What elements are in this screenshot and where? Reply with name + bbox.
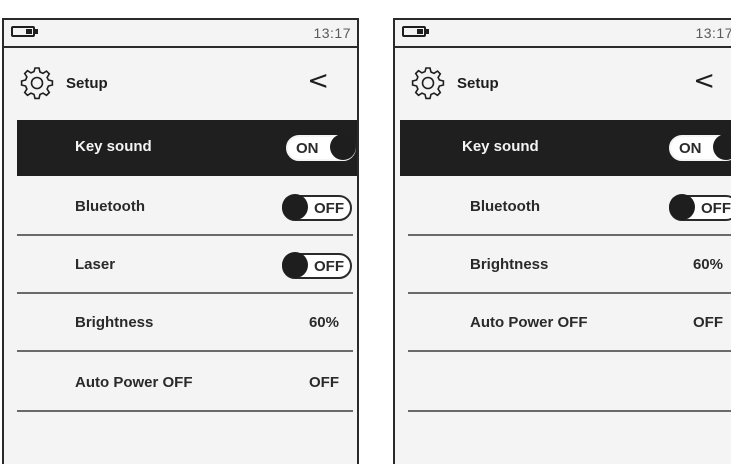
setting-row-auto-power-off[interactable]: Auto Power OFF OFF [408, 296, 731, 352]
key-sound-toggle[interactable]: ON [286, 134, 356, 161]
setting-row-brightness[interactable]: Brightness 60% [17, 296, 353, 352]
laser-toggle[interactable]: OFF [282, 252, 352, 279]
setting-row-bluetooth[interactable]: Bluetooth OFF [408, 180, 731, 236]
battery-icon [402, 26, 429, 37]
bluetooth-toggle[interactable]: OFF [669, 194, 731, 221]
toggle-state: OFF [701, 200, 731, 217]
setting-label: Brightness [470, 256, 549, 273]
setup-header: Setup < [4, 58, 357, 118]
setting-label: Key sound [462, 138, 539, 155]
device-screen-right: 13:17 Setup < Key sound ON Bluetooth OFF… [393, 18, 731, 464]
clock: 13:17 [695, 25, 731, 41]
clock: 13:17 [313, 25, 351, 41]
toggle-state: OFF [314, 200, 344, 217]
back-button[interactable]: < [693, 68, 715, 94]
setting-row-auto-power-off[interactable]: Auto Power OFF OFF [17, 356, 353, 412]
status-bar: 13:17 [395, 20, 731, 48]
toggle-knob [282, 194, 308, 220]
gear-icon [20, 67, 54, 100]
device-screen-left: 13:17 Setup < Key sound ON Bluetooth OFF… [2, 18, 359, 464]
empty-row [408, 356, 731, 412]
setting-value: 60% [308, 314, 339, 331]
toggle-knob [669, 194, 695, 220]
bluetooth-toggle[interactable]: OFF [282, 194, 352, 221]
toggle-state: OFF [314, 258, 344, 275]
gear-icon [411, 67, 445, 100]
setup-header: Setup < [395, 58, 731, 118]
back-button[interactable]: < [307, 68, 329, 94]
divider [408, 234, 731, 236]
page-title: Setup [457, 75, 499, 92]
setting-row-key-sound[interactable]: Key sound ON [17, 120, 357, 176]
setting-label: Auto Power OFF [75, 374, 193, 391]
toggle-state: ON [679, 140, 702, 157]
setting-label: Auto Power OFF [470, 314, 588, 331]
divider [408, 350, 731, 352]
divider [17, 410, 353, 412]
divider [17, 234, 353, 236]
setting-label: Key sound [75, 138, 152, 155]
toggle-knob [330, 134, 356, 160]
page-title: Setup [66, 75, 108, 92]
setting-row-laser[interactable]: Laser OFF [17, 238, 353, 294]
setting-label: Laser [75, 256, 116, 273]
key-sound-toggle[interactable]: ON [669, 134, 731, 161]
toggle-knob [713, 134, 731, 160]
setting-label: Bluetooth [75, 198, 145, 215]
divider [408, 292, 731, 294]
divider [408, 410, 731, 412]
battery-icon [11, 26, 38, 37]
setting-label: Bluetooth [470, 198, 540, 215]
setting-row-brightness[interactable]: Brightness 60% [408, 238, 731, 294]
toggle-knob [282, 252, 308, 278]
setting-value: OFF [693, 314, 723, 331]
divider [17, 292, 353, 294]
toggle-state: ON [296, 140, 319, 157]
setting-row-key-sound[interactable]: Key sound ON [400, 120, 731, 176]
divider [17, 350, 353, 352]
setting-value: 60% [692, 256, 723, 273]
setting-row-bluetooth[interactable]: Bluetooth OFF [17, 180, 353, 236]
status-bar: 13:17 [4, 20, 357, 48]
setting-value: OFF [309, 374, 339, 391]
setting-label: Brightness [75, 314, 154, 331]
